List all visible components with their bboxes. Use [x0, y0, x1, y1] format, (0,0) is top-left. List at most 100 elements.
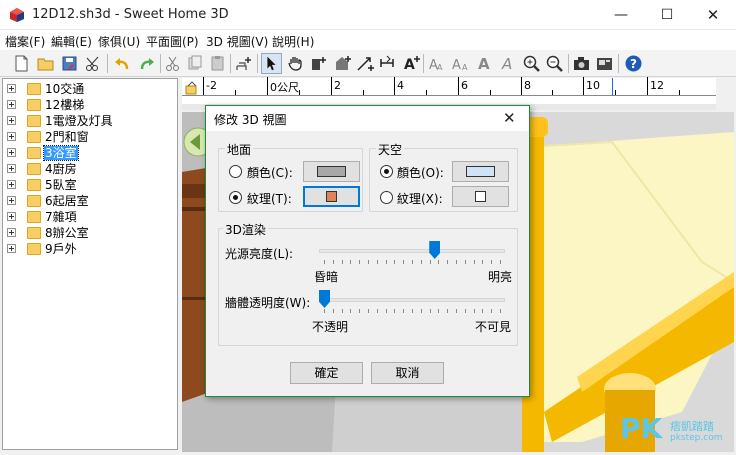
slider-tick	[456, 260, 457, 264]
ok-button[interactable]: 確定	[290, 362, 363, 384]
maximize-button[interactable]: ☐	[644, 0, 690, 30]
ground-color-button[interactable]	[303, 161, 360, 182]
add-furniture-icon[interactable]	[233, 53, 254, 74]
light-brightness-slider[interactable]	[429, 241, 441, 259]
ruler-label: 6	[461, 79, 468, 92]
slider-tick	[482, 309, 484, 313]
menu-furniture[interactable]: 傢俱(U)	[98, 33, 140, 50]
tree-item[interactable]: 2門和窗	[3, 129, 177, 145]
text-italic-icon[interactable]: A	[498, 53, 519, 74]
expand-plus-icon[interactable]	[7, 148, 16, 157]
new-file-icon[interactable]	[11, 53, 32, 74]
expand-plus-icon[interactable]	[7, 84, 16, 93]
tree-item[interactable]: 8辦公室	[3, 225, 177, 241]
undo-icon[interactable]	[112, 53, 133, 74]
sky-texture-radio[interactable]	[380, 191, 393, 204]
paste-icon[interactable]	[207, 53, 228, 74]
slider-tick	[341, 260, 343, 264]
expand-plus-icon[interactable]	[7, 164, 16, 173]
tree-item[interactable]: 6起居室	[3, 193, 177, 209]
tree-item[interactable]: 5臥室	[3, 177, 177, 193]
menu-3d-view[interactable]: 3D 視圖(V)	[206, 33, 268, 50]
create-walls-icon[interactable]	[309, 53, 330, 74]
expand-plus-icon[interactable]	[7, 212, 16, 221]
toolbar-separator	[568, 54, 569, 73]
menu-edit[interactable]: 編輯(E)	[51, 33, 92, 50]
svg-text:A: A	[404, 57, 415, 73]
cut-icon[interactable]	[162, 53, 183, 74]
add-text-icon[interactable]: A	[401, 53, 422, 74]
expand-plus-icon[interactable]	[7, 196, 16, 205]
sky-texture-button[interactable]	[452, 186, 509, 207]
app-logo-icon	[10, 8, 24, 22]
open-icon[interactable]	[35, 53, 56, 74]
cancel-button[interactable]: 取消	[371, 362, 444, 384]
sky-color-radio[interactable]	[380, 165, 393, 178]
close-button[interactable]: ✕	[690, 0, 736, 30]
light-brightness-label: 光源亮度(L):	[225, 247, 294, 261]
plan-view[interactable]	[182, 96, 716, 104]
menu-help[interactable]: 說明(H)	[272, 33, 314, 50]
expand-plus-icon[interactable]	[7, 228, 16, 237]
zoom-out-icon[interactable]	[544, 53, 565, 74]
tree-item-label: 9戶外	[45, 242, 77, 256]
minimize-button[interactable]: —	[598, 0, 644, 30]
expand-plus-icon[interactable]	[7, 244, 16, 253]
tree-item[interactable]: 4廚房	[3, 161, 177, 177]
help-icon[interactable]: ?	[623, 53, 644, 74]
wall-transparency-slider[interactable]	[319, 290, 330, 308]
create-dimensions-icon[interactable]	[355, 53, 376, 74]
tree-item[interactable]: 7雜項	[3, 209, 177, 225]
copy-icon[interactable]	[184, 53, 205, 74]
menu-plan[interactable]: 平面圖(P)	[146, 33, 199, 50]
create-polylines-icon[interactable]	[378, 53, 399, 74]
create-video-icon[interactable]	[594, 53, 615, 74]
light-brightness-track[interactable]	[319, 249, 505, 253]
tree-item[interactable]: 12樓梯	[3, 97, 177, 113]
expand-plus-icon[interactable]	[7, 100, 16, 109]
tree-item[interactable]: 3浴室	[3, 145, 177, 161]
ruler-label: 12	[650, 79, 664, 92]
expand-plus-icon[interactable]	[7, 180, 16, 189]
slider-tick	[368, 260, 369, 264]
sky-color-button[interactable]	[452, 161, 509, 182]
menu-file[interactable]: 檔案(F)	[5, 33, 45, 50]
ruler-tick	[299, 90, 300, 95]
folder-icon	[27, 179, 41, 191]
wall-transparency-track[interactable]	[319, 298, 505, 302]
slider-tick	[376, 309, 378, 313]
svg-text:A: A	[452, 58, 461, 73]
plan-vertical-scrollbar[interactable]	[716, 78, 734, 110]
dialog-close-button[interactable]: ✕	[503, 109, 516, 127]
ruler-label: -2	[206, 79, 217, 92]
slider-tick	[324, 309, 325, 313]
slider-tick	[394, 309, 396, 313]
ground-texture-radio[interactable]	[229, 191, 242, 204]
expand-plus-icon[interactable]	[7, 116, 16, 125]
redo-icon[interactable]	[136, 53, 157, 74]
tree-item[interactable]: 1電燈及灯具	[3, 113, 177, 129]
ground-color-label: 顏色(C):	[247, 166, 293, 180]
ground-color-radio[interactable]	[229, 165, 242, 178]
tree-item[interactable]: 9戶外	[3, 241, 177, 257]
create-photo-icon[interactable]	[571, 53, 592, 74]
toolbar-separator	[257, 54, 258, 73]
cut-tool-icon[interactable]	[83, 53, 104, 74]
tree-item[interactable]: 10交通	[3, 81, 177, 97]
save-icon[interactable]	[59, 53, 80, 74]
svg-text:A: A	[478, 55, 490, 73]
watermark-pk-text: PK	[620, 412, 663, 445]
create-rooms-icon[interactable]	[333, 53, 354, 74]
window-title: 12D12.sh3d - Sweet Home 3D	[32, 7, 229, 22]
text-style-1-icon[interactable]: AA	[426, 53, 447, 74]
ground-texture-button[interactable]	[303, 186, 360, 207]
zoom-in-icon[interactable]	[521, 53, 542, 74]
folder-icon	[27, 227, 41, 239]
text-style-2-icon[interactable]: AA	[450, 53, 471, 74]
folder-icon	[27, 83, 41, 95]
pan-hand-icon[interactable]	[285, 53, 306, 74]
expand-plus-icon[interactable]	[7, 132, 16, 141]
text-bold-icon[interactable]: A	[474, 53, 495, 74]
furniture-catalog-tree[interactable]: 10交通 12樓梯 1電燈及灯具 2門和窗 3浴室 4廚房 5臥室 6起居室 7…	[2, 78, 178, 450]
select-arrow-icon[interactable]	[261, 53, 282, 74]
